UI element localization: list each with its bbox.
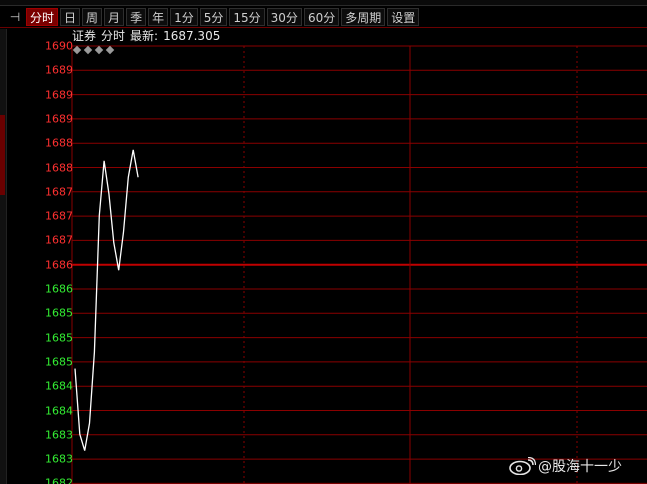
left-panel-edge bbox=[0, 29, 7, 484]
y-tick-label: 1688 bbox=[45, 161, 73, 174]
y-tick-label: 1690 bbox=[45, 39, 73, 53]
tab-9[interactable]: 30分 bbox=[266, 8, 302, 26]
y-tick-label: 1687 bbox=[45, 209, 73, 223]
weibo-icon bbox=[509, 457, 536, 475]
tab-4[interactable]: 季 bbox=[126, 8, 147, 26]
y-tick-label: 1684 bbox=[45, 404, 73, 417]
latest-value: 1687.305 bbox=[163, 29, 221, 43]
y-tick-label: 1686 bbox=[45, 258, 73, 272]
tab-3[interactable]: 月 bbox=[104, 8, 125, 26]
security-name: 证券 bbox=[72, 29, 97, 43]
y-tick-label: 1689 bbox=[45, 112, 73, 126]
period-tabs: 分时日周月季年 1分 5分 15分 30分 60分 多周期 设置 bbox=[26, 8, 420, 26]
tab-1[interactable]: 日 bbox=[60, 8, 81, 26]
y-tick-label: 1687 bbox=[45, 185, 73, 199]
tab-0[interactable]: 分时 bbox=[26, 8, 59, 26]
y-tick-label: 1682 bbox=[45, 476, 73, 484]
chart-mode: 分时 bbox=[101, 29, 126, 43]
tab-5[interactable]: 年 bbox=[148, 8, 169, 26]
chart-canvas[interactable] bbox=[7, 29, 647, 484]
period-toolbar: ⊣ 分时日周月季年 1分 5分 15分 30分 60分 多周期 设置 bbox=[0, 6, 647, 28]
tab-10[interactable]: 60分 bbox=[303, 8, 340, 26]
y-tick-label: 1685 bbox=[45, 306, 73, 320]
watermark: @股海十一少 bbox=[508, 456, 622, 476]
y-tick-label: 1683 bbox=[45, 428, 73, 442]
tab-6[interactable]: 1分 bbox=[170, 8, 198, 26]
latest-label: 最新: bbox=[130, 29, 159, 43]
tab-2[interactable]: 周 bbox=[82, 8, 103, 26]
y-tick-label: 1685 bbox=[45, 355, 73, 369]
intraday-chart[interactable]: 证券 分时 最新: 1687.305 1690 1689 1689 1689 1688 1688… bbox=[7, 29, 647, 484]
diamond-icon bbox=[72, 45, 82, 55]
y-tick-label: 1683 bbox=[45, 452, 73, 466]
y-tick-label: 1685 bbox=[45, 331, 73, 345]
y-tick-label: 1688 bbox=[45, 136, 73, 150]
y-tick-label: 1687 bbox=[45, 233, 73, 247]
y-tick-label: 1689 bbox=[45, 63, 73, 77]
tab-11[interactable]: 多周期 bbox=[341, 8, 386, 26]
watermark-text: @股海十一少 bbox=[538, 459, 622, 475]
indicator-markers bbox=[72, 45, 115, 55]
diamond-icon bbox=[94, 45, 104, 55]
diamond-icon bbox=[83, 45, 93, 55]
chart-header: 证券 分时 最新: 1687.305 bbox=[72, 29, 225, 43]
diamond-icon bbox=[105, 45, 115, 55]
left-panel-marker bbox=[0, 115, 5, 195]
tab-8[interactable]: 15分 bbox=[229, 8, 265, 26]
tab-12[interactable]: 设置 bbox=[387, 8, 420, 26]
price-line bbox=[74, 149, 139, 451]
y-tick-label: 1686 bbox=[45, 282, 73, 296]
tab-7[interactable]: 5分 bbox=[199, 8, 228, 26]
pin-icon[interactable]: ⊣ bbox=[7, 9, 23, 25]
y-tick-label: 1684 bbox=[45, 379, 73, 393]
y-tick-label: 1689 bbox=[45, 88, 73, 102]
